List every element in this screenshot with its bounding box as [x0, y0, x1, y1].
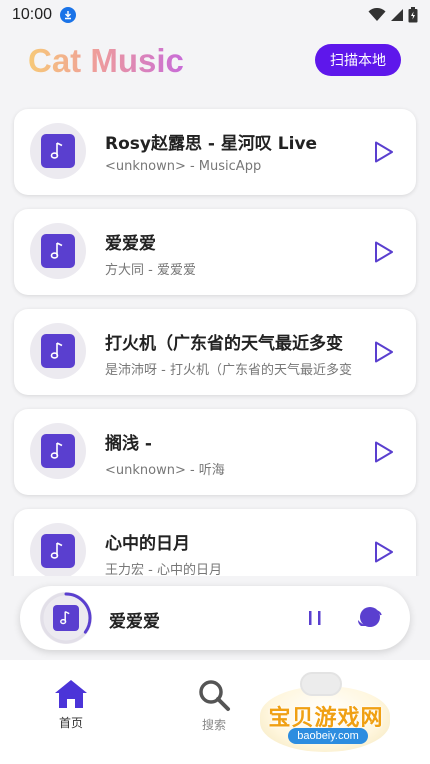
album-art — [30, 423, 86, 479]
song-subtitle: <unknown> - MusicApp — [105, 159, 262, 174]
scan-local-button[interactable]: 扫描本地 — [315, 44, 401, 76]
song-title: 爱爱爱 — [105, 234, 156, 254]
watermark-domain: baobeiy.com — [288, 728, 368, 744]
gamepad-icon — [300, 672, 342, 696]
playlist-button[interactable] — [356, 605, 382, 631]
album-art — [30, 323, 86, 379]
nav-search-label: 搜索 — [201, 718, 226, 732]
header: Cat Music 扫描本地 — [0, 38, 430, 88]
status-bar: 10:00 — [0, 0, 430, 30]
status-time: 10:00 — [12, 6, 53, 23]
song-list[interactable]: Rosy赵露思 - 星河叹 Live <unknown> - MusicApp … — [0, 100, 430, 576]
music-note-icon — [50, 542, 63, 559]
mini-album-art[interactable] — [40, 592, 92, 644]
song-card[interactable]: 搁浅 - <unknown> - 听海 — [14, 409, 416, 495]
status-icons — [368, 7, 418, 23]
nav-home[interactable]: 首页 — [31, 678, 111, 731]
music-note-icon — [50, 342, 63, 359]
song-card[interactable]: 爱爱爱 方大同 - 爱爱爱 — [14, 209, 416, 295]
pause-icon — [309, 611, 321, 625]
watermark-logo: 宝贝游戏网 baobeiy.com — [250, 672, 400, 754]
mini-player[interactable]: 爱爱爱 — [20, 586, 410, 650]
play-button[interactable] — [372, 540, 396, 564]
song-subtitle: 方大同 - 爱爱爱 — [105, 263, 196, 278]
playlist-icon — [358, 607, 382, 627]
album-art — [30, 223, 86, 279]
song-subtitle: 是沛沛呀 - 打火机（广东省的天气最近多变 — [105, 363, 352, 378]
play-button[interactable] — [372, 340, 396, 364]
song-card[interactable]: 打火机（广东省的天气最近多变 是沛沛呀 - 打火机（广东省的天气最近多变 — [14, 309, 416, 395]
music-note-icon — [50, 442, 63, 459]
play-icon — [375, 441, 393, 463]
signal-icon — [391, 9, 403, 21]
search-icon — [199, 680, 230, 711]
song-subtitle: <unknown> - 听海 — [105, 463, 225, 478]
music-note-icon — [50, 142, 63, 159]
play-icon — [375, 241, 393, 263]
song-card[interactable]: 心中的日月 王力宏 - 心中的日月 — [14, 509, 416, 576]
nav-search[interactable]: 搜索 — [174, 678, 254, 733]
nav-home-label: 首页 — [58, 716, 83, 730]
battery-icon — [408, 7, 418, 23]
music-note-icon — [60, 610, 70, 625]
play-icon — [375, 141, 393, 163]
play-button[interactable] — [372, 240, 396, 264]
song-card[interactable]: Rosy赵露思 - 星河叹 Live <unknown> - MusicApp — [14, 109, 416, 195]
album-art — [30, 523, 86, 576]
wifi-icon — [368, 8, 386, 21]
download-icon — [60, 7, 77, 23]
now-playing-title: 爱爱爱 — [109, 612, 160, 632]
play-icon — [375, 541, 393, 563]
pause-button[interactable] — [305, 608, 325, 628]
song-title: 打火机（广东省的天气最近多变 — [105, 334, 343, 354]
play-button[interactable] — [372, 440, 396, 464]
app-title: Cat Music — [28, 42, 184, 79]
song-subtitle: 王力宏 - 心中的日月 — [105, 563, 222, 576]
song-title: 心中的日月 — [105, 534, 190, 554]
home-icon — [55, 680, 87, 708]
music-note-icon — [50, 242, 63, 259]
song-title: 搁浅 - — [105, 434, 152, 454]
album-art — [30, 123, 86, 179]
play-icon — [375, 341, 393, 363]
play-button[interactable] — [372, 140, 396, 164]
song-title: Rosy赵露思 - 星河叹 Live — [105, 134, 318, 154]
